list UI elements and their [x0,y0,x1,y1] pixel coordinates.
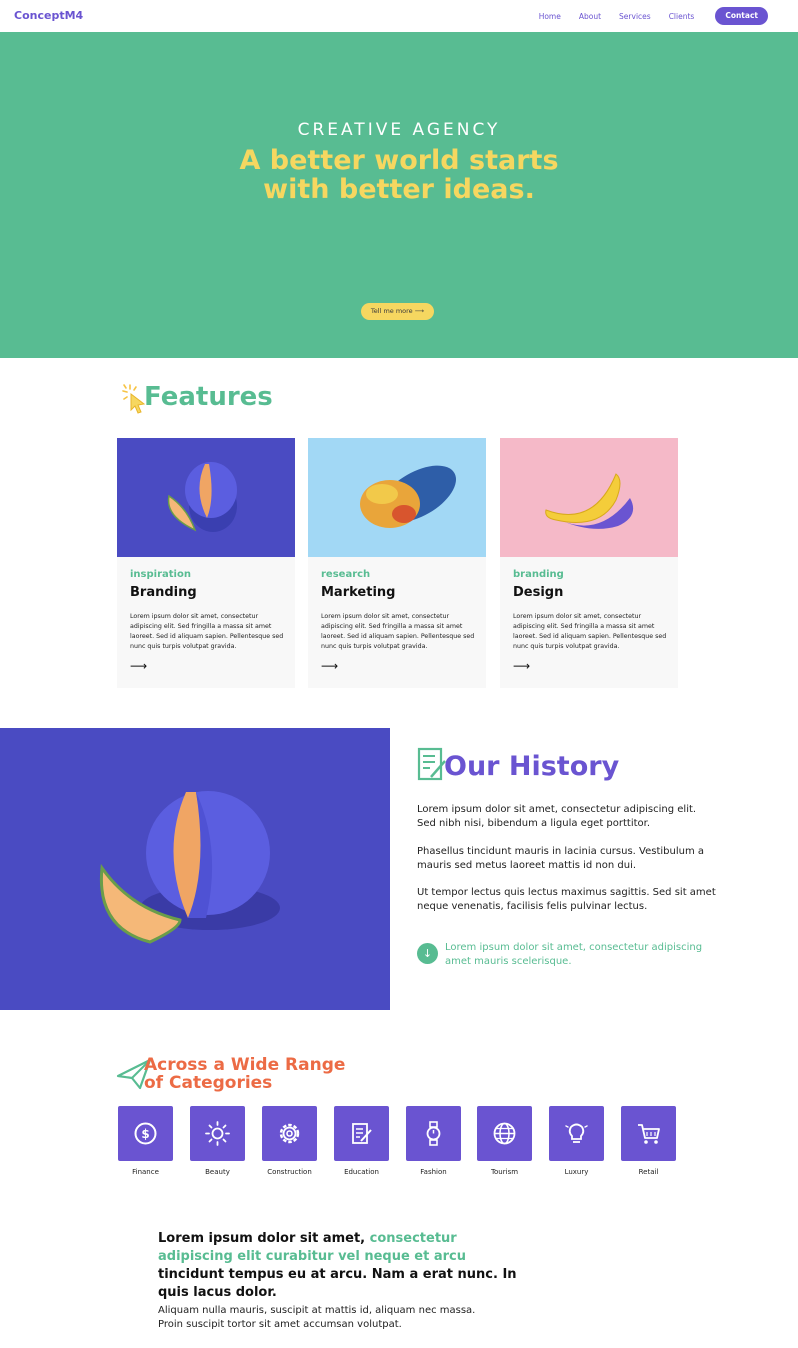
lead-part-2: tincidunt tempus eu at arcu. Nam a erat … [158,1267,517,1300]
feature-card-design[interactable]: branding Design Lorem ipsum dolor sit am… [500,438,678,688]
lead-part-1: Lorem ipsum dolor sit amet, [158,1231,370,1246]
card-body: Lorem ipsum dolor sit amet, consectetur … [513,613,667,650]
contact-button[interactable]: Contact [715,7,768,25]
category-tile-education[interactable] [334,1106,389,1161]
hero-kicker: CREATIVE AGENCY [297,120,501,140]
history-title: Our History [444,751,620,782]
category-label-finance: Finance [132,1168,159,1176]
category-tile-luxury[interactable] [549,1106,604,1161]
history-note: Lorem ipsum dolor sit amet, consectetur … [445,942,703,967]
globe-icon [493,1122,516,1145]
feature-card-marketing[interactable]: research Marketing Lorem ipsum dolor sit… [308,438,486,688]
category-tile-construction[interactable] [262,1106,317,1161]
categories-title-line-2: of Categories [144,1073,273,1093]
nav-link-clients[interactable]: Clients [669,12,695,21]
arrow-right-icon: ⟶ [414,307,425,315]
brand-logo[interactable]: ConceptM4 [14,9,83,22]
category-label-retail: Retail [638,1168,659,1176]
cart-icon [638,1124,660,1144]
top-navbar: ConceptM4 Home About Services Clients Co… [0,0,798,32]
category-tile-beauty[interactable] [190,1106,245,1161]
category-tile-tourism[interactable] [477,1106,532,1161]
card-body: Lorem ipsum dolor sit amet, consectetur … [130,613,284,650]
history-paragraph-2: Phasellus tincidunt mauris in lacinia cu… [417,846,705,871]
categories-title: Across a Wide Range of Categories [144,1056,345,1092]
history-paragraph-3: Ut tempor lectus quis lectus maximus sag… [417,887,716,912]
card-category: inspiration [130,569,191,580]
category-label-fashion: Fashion [420,1168,447,1176]
card-image-melon [117,438,295,557]
svg-text:$: $ [141,1127,149,1141]
category-tile-retail[interactable] [621,1106,676,1161]
history-melon-image [0,728,390,1010]
categories-title-line-1: Across a Wide Range [144,1055,346,1075]
card-body: Lorem ipsum dolor sit amet, consectetur … [321,613,475,650]
bottom-lead-text: Lorem ipsum dolor sit amet, consectetur … [158,1230,518,1302]
lightbulb-icon [565,1123,588,1143]
arrow-right-icon[interactable]: ⟶ [321,659,338,673]
card-image-mango [308,438,486,557]
arrow-down-icon[interactable]: ↓ [417,943,438,964]
card-category: branding [513,569,564,580]
card-title: Marketing [321,585,396,600]
tell-me-more-button[interactable]: Tell me more ⟶ [361,303,434,320]
tell-me-more-label: Tell me more [370,307,413,315]
feature-card-branding[interactable]: inspiration Branding Lorem ipsum dolor s… [117,438,295,688]
category-label-education: Education [344,1168,379,1176]
bottom-paragraph: Aliquam nulla mauris, suscipit at mattis… [158,1305,476,1330]
dollar-icon: $ [134,1122,157,1145]
document-edit-icon [352,1123,372,1144]
nav-link-services[interactable]: Services [619,12,651,21]
sun-icon [205,1121,230,1146]
nav-link-home[interactable]: Home [539,12,561,21]
category-label-beauty: Beauty [205,1168,230,1176]
features-title: Features [144,382,273,412]
category-label-luxury: Luxury [564,1168,589,1176]
category-tile-fashion[interactable] [406,1106,461,1161]
card-image-banana [500,438,678,557]
card-category: research [321,569,371,580]
category-tile-finance[interactable]: $ [118,1106,173,1161]
hero-title-line-2: with better ideas. [263,174,535,205]
nav-links: Home About Services Clients Contact [539,7,768,25]
hero-title-line-1: A better world starts [239,145,559,176]
history-paragraph-1: Lorem ipsum dolor sit amet, consectetur … [417,804,697,829]
hero-title: A better world starts with better ideas. [0,146,798,204]
gear-icon [279,1123,300,1144]
category-label-construction: Construction [267,1168,312,1176]
hero-section: CREATIVE AGENCY A better world starts wi… [0,32,798,358]
watch-icon [426,1121,441,1146]
card-title: Design [513,585,564,600]
nav-link-about[interactable]: About [579,12,601,21]
arrow-right-icon[interactable]: ⟶ [513,659,530,673]
category-label-tourism: Tourism [490,1168,519,1176]
card-title: Branding [130,585,197,600]
arrow-right-icon[interactable]: ⟶ [130,659,147,673]
